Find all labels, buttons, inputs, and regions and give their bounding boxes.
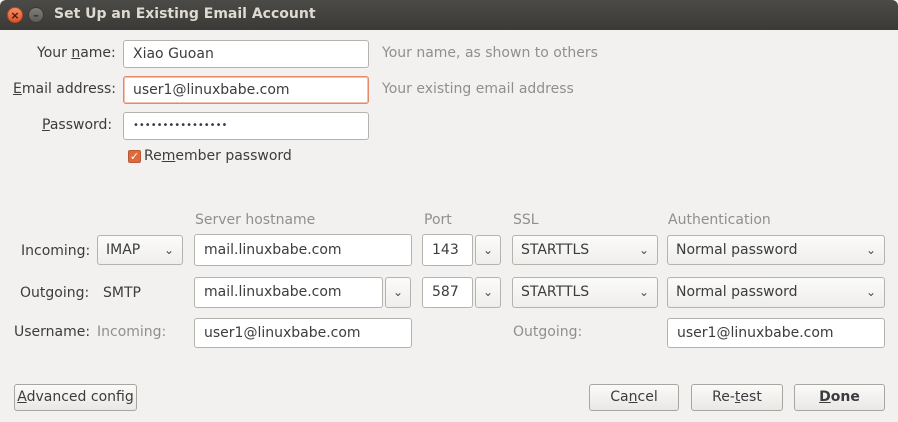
outgoing-protocol: SMTP [103,285,141,301]
outgoing-label: Outgoing: [20,285,90,301]
outgoing-auth-select[interactable]: Normal password ⌄ [667,277,885,308]
email-hint: Your existing email address [382,81,574,97]
remember-password-label[interactable]: Remember password [144,148,292,164]
name-input[interactable]: Xiao Guoan [123,40,369,68]
outgoing-port-input[interactable]: 587 [422,277,473,308]
email-label: Email address: [13,81,117,97]
chevron-down-icon: ⌄ [482,285,494,299]
window-titlebar: × – Set Up an Existing Email Account [0,0,898,30]
outgoing-hostname-dropdown[interactable]: ⌄ [385,277,411,308]
done-button[interactable]: Done [794,384,885,411]
retest-button[interactable]: Re-test [691,384,783,411]
incoming-hostname-input[interactable]: mail.linuxbabe.com [194,234,412,266]
chevron-down-icon: ⌄ [163,243,174,257]
cancel-button[interactable]: Cancel [589,384,679,411]
username-label: Username: [14,324,91,340]
incoming-label: Incoming: [21,243,91,259]
incoming-port-input[interactable]: 143 [422,234,473,266]
password-label: Password: [42,117,113,133]
close-icon[interactable]: × [7,7,23,23]
chevron-down-icon: ⌄ [482,243,494,257]
ssl-column-header: SSL [513,212,539,228]
name-hint: Your name, as shown to others [382,45,598,61]
port-column-header: Port [424,212,452,228]
chevron-down-icon: ⌄ [865,243,876,257]
window-title: Set Up an Existing Email Account [54,6,316,22]
checkmark-icon: ✓ [129,150,140,163]
auth-column-header: Authentication [668,212,771,228]
name-label: Your name: [37,45,116,61]
chevron-down-icon: ⌄ [638,285,649,299]
incoming-ssl-select[interactable]: STARTTLS ⌄ [512,235,658,265]
incoming-protocol-select[interactable]: IMAP ⌄ [97,235,183,265]
outgoing-username-input[interactable]: user1@linuxbabe.com [667,318,885,348]
username-outgoing-label: Outgoing: [513,324,583,340]
minimize-icon[interactable]: – [28,7,44,23]
email-input[interactable]: user1@linuxbabe.com [123,76,369,104]
outgoing-port-dropdown[interactable]: ⌄ [475,277,501,308]
hostname-column-header: Server hostname [195,212,316,228]
chevron-down-icon: ⌄ [638,243,649,257]
remember-password-checkbox[interactable]: ✓ [128,150,141,163]
incoming-username-input[interactable]: user1@linuxbabe.com [194,318,412,348]
incoming-auth-select[interactable]: Normal password ⌄ [667,235,885,265]
advanced-config-button[interactable]: Advanced config [14,384,137,411]
outgoing-hostname-input[interactable]: mail.linuxbabe.com [194,277,383,308]
password-input[interactable]: •••••••••••••••• [123,112,369,140]
incoming-port-dropdown[interactable]: ⌄ [475,235,501,265]
username-incoming-label: Incoming: [97,324,167,340]
outgoing-ssl-select[interactable]: STARTTLS ⌄ [512,277,658,308]
chevron-down-icon: ⌄ [392,285,404,299]
chevron-down-icon: ⌄ [865,285,876,299]
